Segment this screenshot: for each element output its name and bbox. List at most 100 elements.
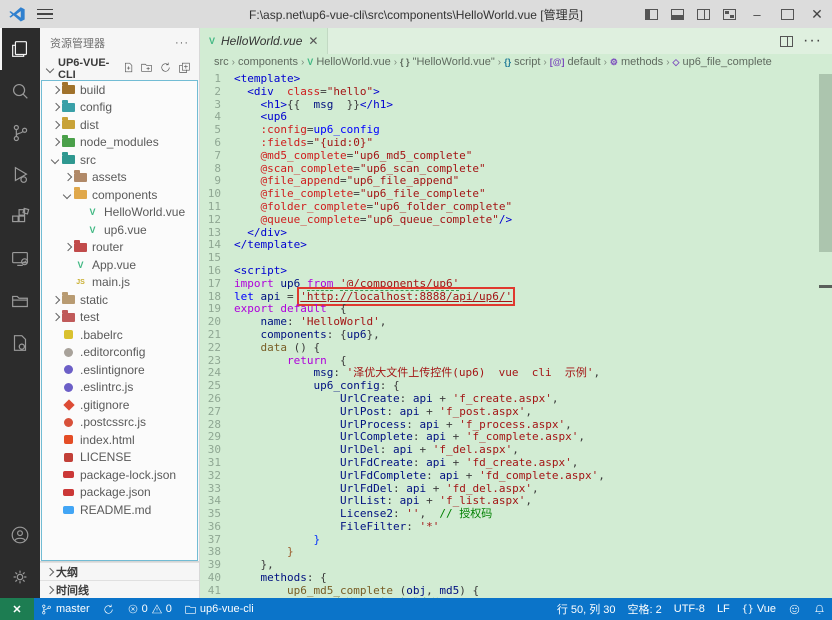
tree-item-package-lock-json[interactable]: package-lock.json (42, 466, 197, 484)
status-encoding[interactable]: UTF-8 (668, 598, 711, 620)
code-editor[interactable]: 1<template>2 <div class="hello">3 <h1>{{… (200, 70, 832, 598)
search-icon[interactable] (0, 70, 40, 112)
code-line-3[interactable]: 3 <h1>{{ msg }}</h1> (200, 99, 832, 112)
tree-item--eslintrc-js[interactable]: .eslintrc.js (42, 379, 197, 397)
source-control-icon[interactable] (0, 112, 40, 154)
chevron-right-icon[interactable] (50, 137, 60, 147)
tree-item-license[interactable]: LICENSE (42, 449, 197, 467)
code-line-38[interactable]: 38 } (200, 546, 832, 559)
project-folder-icon[interactable] (0, 280, 40, 322)
tree-item-src[interactable]: src (42, 151, 197, 169)
code-line-14[interactable]: 14</template> (200, 239, 832, 252)
menu-icon[interactable] (34, 3, 56, 25)
extensions-icon[interactable] (0, 196, 40, 238)
breadcrumb-item-up6-file-complete[interactable]: ◇up6_file_complete (673, 56, 772, 68)
breadcrumb-item-methods[interactable]: ⚙methods (610, 56, 663, 68)
code-line-12[interactable]: 12 @queue_complete="up6_queue_complete"/… (200, 214, 832, 227)
breadcrumb-separator: › (232, 57, 235, 68)
vue-file-icon: V (86, 224, 99, 235)
chevron-right-icon[interactable] (50, 120, 60, 130)
workspace-section-header[interactable]: UP6-VUE-CLI (40, 58, 199, 80)
remote-explorer-icon[interactable] (0, 238, 40, 280)
status-cursor-position[interactable]: 行 50, 列 30 (551, 598, 622, 620)
code-line-37[interactable]: 37 } (200, 534, 832, 547)
breadcrumb-item-script[interactable]: {}script (504, 56, 540, 68)
settings-gear-icon[interactable] (0, 556, 40, 598)
chevron-right-icon[interactable] (50, 85, 60, 95)
tree-item-node-modules[interactable]: node_modules (42, 134, 197, 152)
tree-item--eslintignore[interactable]: .eslintignore (42, 361, 197, 379)
tree-item-test[interactable]: test (42, 309, 197, 327)
tree-item-assets[interactable]: assets (42, 169, 197, 187)
status-notifications[interactable] (807, 598, 832, 620)
breadcrumb-item-src[interactable]: src (214, 56, 229, 68)
tree-item-app-vue[interactable]: VApp.vue (42, 256, 197, 274)
toggle-secondary-sidebar-icon[interactable] (690, 0, 716, 28)
chevron-spacer (50, 452, 60, 462)
minimize-button[interactable]: – (742, 0, 772, 28)
chevron-down-icon[interactable] (50, 155, 60, 165)
chevron-down-icon[interactable] (62, 190, 72, 200)
sidebar-more-icon[interactable]: ··· (175, 37, 189, 49)
status-language-mode[interactable]: {}Vue (736, 598, 782, 620)
tab-helloworld-vue[interactable]: V HelloWorld.vue ✕ (200, 28, 328, 54)
workspace-name: UP6-VUE-CLI (58, 57, 121, 81)
status-remote[interactable]: ✕ (0, 598, 34, 620)
tree-item-config[interactable]: config (42, 99, 197, 117)
close-button[interactable]: ✕ (802, 0, 832, 28)
breadcrumb-item--helloworld-vue-[interactable]: { }"HelloWorld.vue" (400, 56, 495, 68)
chevron-spacer (50, 347, 60, 357)
chevron-right-icon[interactable] (50, 102, 60, 112)
breadcrumb-item-components[interactable]: components (238, 56, 298, 68)
editor-more-actions-icon[interactable]: ··· (803, 32, 822, 50)
status-sync[interactable] (96, 598, 121, 620)
chevron-right-icon[interactable] (62, 172, 72, 182)
tree-item--postcssrc-js[interactable]: .postcssrc.js (42, 414, 197, 432)
tree-item-readme-md[interactable]: README.md (42, 501, 197, 519)
status-branch[interactable]: master (34, 598, 96, 620)
editor-scrollbar[interactable] (819, 74, 832, 252)
code-line-15[interactable]: 15 (200, 252, 832, 265)
tree-item--gitignore[interactable]: .gitignore (42, 396, 197, 414)
tree-item-helloworld-vue[interactable]: VHelloWorld.vue (42, 204, 197, 222)
tab-close-icon[interactable]: ✕ (308, 34, 318, 48)
split-editor-icon[interactable] (780, 36, 793, 47)
refresh-icon[interactable] (159, 61, 172, 77)
file-settings-icon[interactable] (0, 322, 40, 364)
tree-item-index-html[interactable]: index.html (42, 431, 197, 449)
status-indentation[interactable]: 空格: 2 (622, 598, 668, 620)
tree-item-package-json[interactable]: package.json (42, 484, 197, 502)
tree-item-dist[interactable]: dist (42, 116, 197, 134)
new-file-icon[interactable] (121, 61, 134, 77)
breadcrumb-item-default[interactable]: [@]default (550, 56, 601, 68)
editor-group: V HelloWorld.vue ✕ ··· src›components›VH… (200, 28, 832, 598)
tree-item--babelrc[interactable]: .babelrc (42, 326, 197, 344)
chevron-right-icon[interactable] (62, 242, 72, 252)
breadcrumb-item-helloworld-vue[interactable]: VHelloWorld.vue (307, 56, 390, 68)
new-folder-icon[interactable] (140, 61, 153, 77)
status-feedback[interactable] (782, 598, 807, 620)
tree-item-components[interactable]: components (42, 186, 197, 204)
vscode-logo-icon (8, 5, 26, 23)
sidebar-panel-大纲[interactable]: 大纲 (40, 562, 199, 580)
status-problems[interactable]: 00 (121, 598, 178, 620)
tree-item-static[interactable]: static (42, 291, 197, 309)
tree-item--editorconfig[interactable]: .editorconfig (42, 344, 197, 362)
chevron-right-icon[interactable] (50, 312, 60, 322)
account-icon[interactable] (0, 514, 40, 556)
tree-item-router[interactable]: router (42, 239, 197, 257)
sidebar-panel-时间线[interactable]: 时间线 (40, 580, 199, 598)
run-debug-icon[interactable] (0, 154, 40, 196)
tree-item-main-js[interactable]: JSmain.js (42, 274, 197, 292)
tree-item-build[interactable]: build (42, 81, 197, 99)
toggle-panel-icon[interactable] (664, 0, 690, 28)
customize-layout-icon[interactable] (716, 0, 742, 28)
chevron-right-icon[interactable] (50, 295, 60, 305)
collapse-all-icon[interactable] (178, 61, 191, 77)
toggle-sidebar-icon[interactable] (638, 0, 664, 28)
maximize-button[interactable] (772, 0, 802, 28)
tree-item-up6-vue[interactable]: Vup6.vue (42, 221, 197, 239)
explorer-icon[interactable] (0, 28, 40, 70)
status-eol[interactable]: LF (711, 598, 736, 620)
status-workspace[interactable]: up6-vue-cli (178, 598, 260, 620)
